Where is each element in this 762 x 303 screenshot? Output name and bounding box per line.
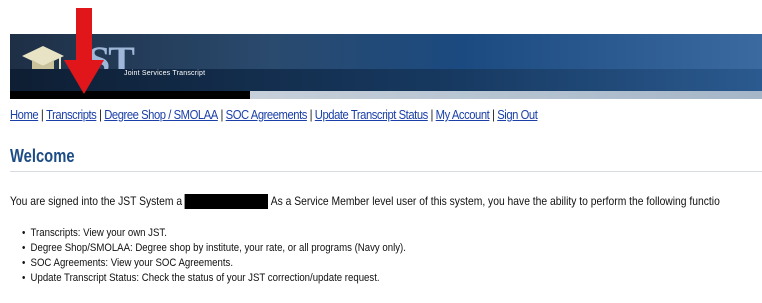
list-item: Transcripts: View your own JST.	[22, 226, 406, 241]
intro-text-after: As a Service Member level user of this s…	[270, 194, 720, 208]
nav-update-transcript-status-link[interactable]: Update Transcript Status	[315, 108, 428, 122]
title-divider	[10, 171, 762, 172]
nav-sign-out-link[interactable]: Sign Out	[497, 108, 538, 122]
nav-degree-shop-link[interactable]: Degree Shop / SMOLAA	[104, 108, 218, 122]
nav-separator: |	[430, 108, 434, 122]
list-item: SOC Agreements: View your SOC Agreements…	[22, 256, 406, 271]
list-item: Degree Shop/SMOLAA: Degree shop by insti…	[22, 241, 406, 256]
page-title: Welcome	[10, 146, 75, 166]
nav-separator: |	[99, 108, 102, 122]
banner-band	[10, 69, 762, 91]
nav-separator: |	[40, 108, 44, 122]
nav-separator: |	[309, 108, 313, 122]
nav-separator: |	[220, 108, 224, 122]
intro-text: You are signed into the JST System a As a…	[10, 194, 720, 210]
banner-bottom-bar	[250, 91, 762, 99]
banner-subtitle: Joint Services Transcript	[124, 70, 206, 77]
nav-soc-agreements-link[interactable]: SOC Agreements	[226, 108, 308, 122]
red-down-arrow-icon	[64, 8, 104, 94]
nav-my-account-link[interactable]: My Account	[436, 108, 490, 122]
nav-home-link[interactable]: Home	[10, 108, 39, 122]
main-nav: Home | Transcripts | Degree Shop / SMOLAA | SO…	[10, 108, 538, 122]
feature-list: Transcripts: View your own JST. Degree S…	[22, 226, 406, 286]
nav-transcripts-link[interactable]: Transcripts	[46, 108, 97, 122]
header-banner: JST Joint Services Transcript	[10, 34, 762, 91]
list-item: Update Transcript Status: Check the stat…	[22, 271, 406, 286]
redaction-bar	[10, 91, 250, 99]
intro-text-before: You are signed into the JST System a	[10, 194, 183, 208]
nav-separator: |	[492, 108, 495, 122]
redacted-box	[184, 194, 269, 210]
